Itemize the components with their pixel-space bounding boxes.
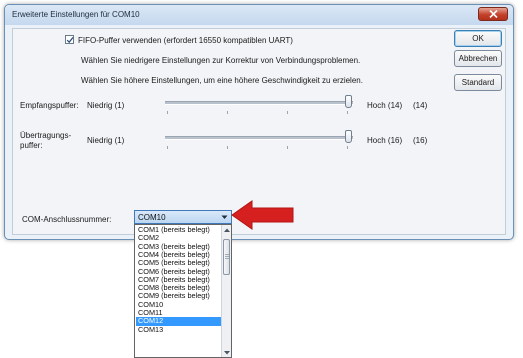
transmit-slider-track (165, 136, 353, 140)
com-port-label: COM-Anschlussnummer: (22, 215, 112, 224)
com-port-option[interactable]: COM13 (136, 325, 221, 334)
receive-buffer-max-label: Hoch (14) (367, 101, 403, 110)
transmit-buffer-max-label: Hoch (16) (367, 136, 403, 145)
fifo-checkbox-label[interactable]: FIFO-Puffer verwenden (erfordert 16550 k… (78, 36, 293, 45)
dialog-title: Erweiterte Einstellungen für COM10 (12, 10, 140, 19)
slider-tick (287, 146, 288, 149)
slider-tick (227, 146, 228, 149)
receive-buffer-slider[interactable] (165, 93, 355, 115)
transmit-buffer-min-label: Niedrig (1) (87, 136, 125, 145)
slider-tick (347, 146, 348, 149)
scroll-down-icon[interactable] (224, 351, 230, 355)
close-icon (489, 10, 498, 18)
transmit-buffer-label-line1: Übertragungs- (20, 131, 72, 140)
fifo-checkbox[interactable] (65, 35, 74, 44)
transmit-slider-thumb[interactable] (345, 130, 352, 143)
scroll-thumb[interactable] (223, 239, 230, 275)
ok-button[interactable]: OK (454, 30, 502, 47)
com-port-selected-value: COM10 (138, 213, 166, 222)
title-bar[interactable]: Erweiterte Einstellungen für COM10 (5, 5, 513, 25)
slider-tick (227, 111, 228, 114)
close-button[interactable] (478, 7, 508, 21)
receive-slider-track (165, 101, 353, 105)
dropdown-scrollbar[interactable] (221, 225, 231, 357)
defaults-button[interactable]: Standard (454, 74, 502, 91)
slider-tick (347, 111, 348, 114)
hint-lower-settings: Wählen Sie niedrigere Einstellungen zur … (81, 56, 361, 65)
transmit-buffer-value: (16) (413, 136, 428, 145)
receive-buffer-label: Empfangspuffer: (20, 101, 79, 110)
cancel-button[interactable]: Abbrechen (454, 50, 502, 67)
slider-tick (287, 111, 288, 114)
receive-buffer-value: (14) (413, 101, 428, 110)
grip-icon (225, 254, 229, 259)
receive-slider-thumb[interactable] (345, 95, 352, 108)
com-port-dropdown-list[interactable]: COM1 (bereits belegt) COM2 COM3 (bereits b… (134, 224, 232, 358)
checkmark-icon (66, 36, 74, 44)
transmit-buffer-slider[interactable] (165, 128, 355, 150)
transmit-buffer-label-line2: puffer: (20, 141, 43, 150)
slider-tick (167, 111, 168, 114)
red-arrow-annotation (231, 200, 294, 230)
chevron-down-icon[interactable] (221, 215, 228, 220)
com-port-select[interactable]: COM10 (134, 210, 232, 224)
slider-tick (167, 146, 168, 149)
hint-higher-settings: Wählen Sie höhere Einstellungen, um eine… (81, 76, 363, 85)
receive-buffer-min-label: Niedrig (1) (87, 101, 125, 110)
